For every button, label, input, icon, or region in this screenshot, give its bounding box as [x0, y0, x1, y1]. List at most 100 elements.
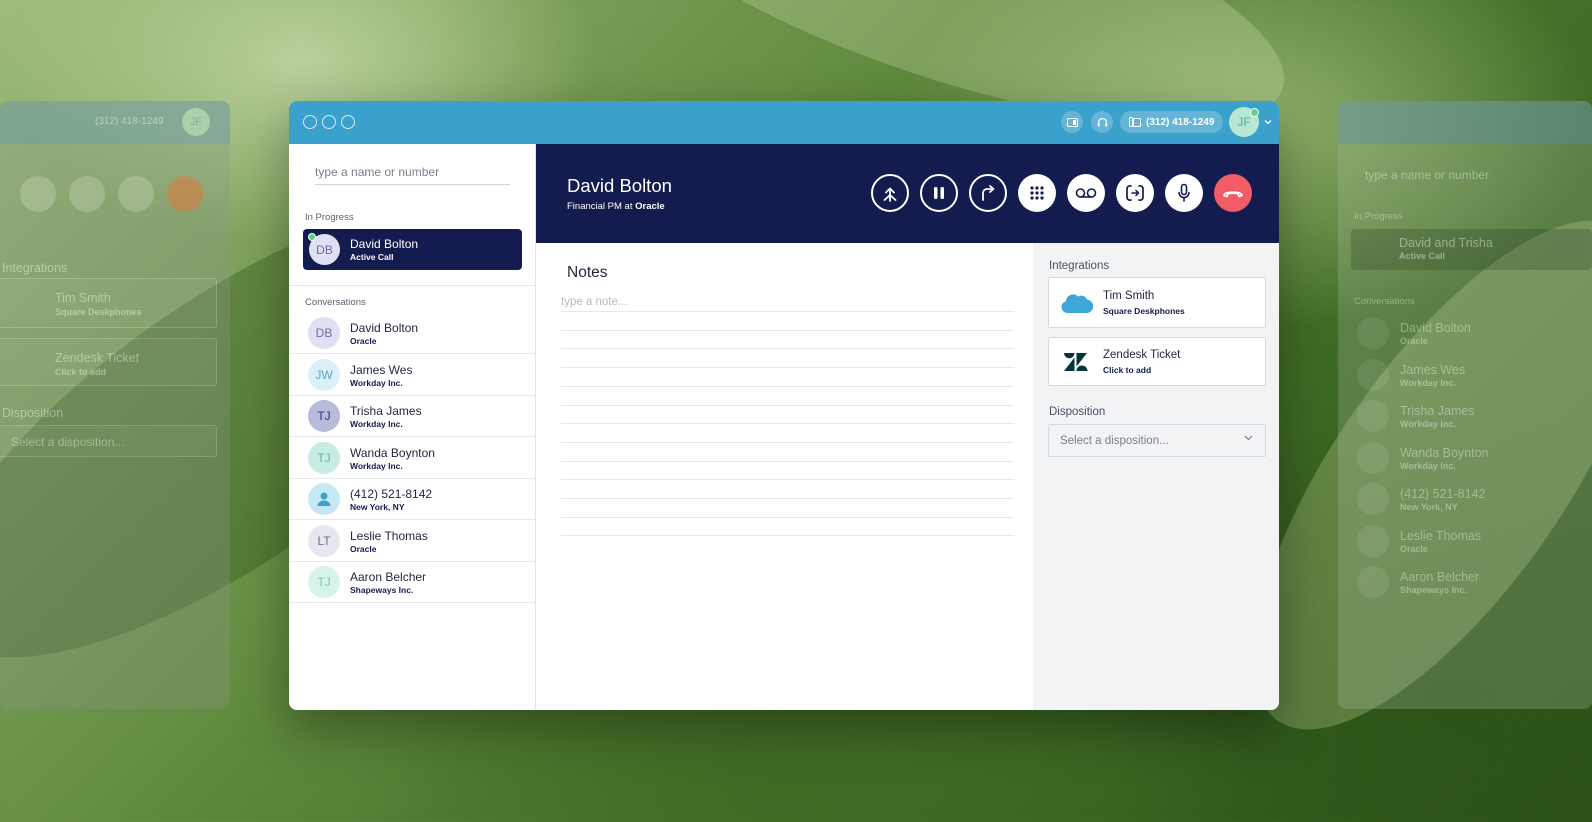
window-control-maximize[interactable] — [341, 115, 355, 129]
online-status-dot — [308, 233, 316, 241]
ghost-avatar: JF — [182, 108, 210, 136]
ghost-in-progress-label: In Progress — [1354, 211, 1403, 222]
active-call-item[interactable]: DB David Bolton Active Call — [303, 229, 522, 270]
ghost-conversations-label: Conversations — [1354, 296, 1415, 307]
conversation-sub: Oracle — [350, 543, 377, 554]
ghost-conversation-name: Wanda Boynton — [1400, 445, 1489, 460]
avatar: DB — [308, 317, 340, 349]
hangup-button[interactable] — [1214, 174, 1252, 212]
ghost-integration-card: Tim Smith Square Deskphones — [0, 278, 217, 328]
integration-sub: Click to add — [1103, 365, 1152, 375]
ghost-avatar — [1357, 441, 1389, 474]
conversation-item[interactable]: JW James Wes Workday Inc. — [289, 355, 536, 396]
headset-icon — [1097, 117, 1107, 126]
note-line — [561, 516, 1014, 518]
ghost-avatar — [1357, 400, 1389, 432]
details-panel: Integrations Tim Smith Square Deskphones… — [1033, 243, 1279, 710]
chevron-down-icon — [1244, 435, 1253, 441]
keypad-button[interactable] — [1018, 174, 1056, 212]
ghost-integration-name: Tim Smith — [55, 291, 111, 305]
salesforce-icon — [1061, 294, 1093, 314]
contact-role: Financial PM at Oracle — [567, 201, 665, 212]
note-line — [561, 535, 1014, 537]
conversation-item[interactable]: (412) 521-8142 New York, NY — [289, 479, 536, 520]
card-icon — [1066, 117, 1078, 127]
avatar-initials: TJ — [317, 450, 331, 465]
window-control-minimize[interactable] — [322, 115, 336, 129]
chevron-down-icon[interactable] — [1264, 119, 1272, 125]
integration-salesforce[interactable]: Tim Smith Square Deskphones — [1048, 277, 1266, 328]
headset-button[interactable] — [1091, 111, 1113, 133]
ghost-active-status: Active Call — [1399, 251, 1446, 261]
conversation-sub: Workday Inc. — [350, 377, 403, 388]
conversation-item[interactable]: TJ Wanda Boynton Workday Inc. — [289, 438, 536, 479]
avatar-initials: TJ — [317, 409, 331, 423]
ghost-avatar — [1357, 317, 1389, 349]
ghost-conversation-sub: Oracle — [1400, 543, 1429, 554]
transfer-icon — [1126, 184, 1144, 202]
note-input[interactable] — [561, 292, 1014, 312]
forward-button[interactable] — [969, 174, 1007, 212]
ghost-conversation-sub: Shapeways Inc. — [1400, 585, 1468, 595]
conversation-name: (412) 521-8142 — [350, 487, 433, 501]
in-progress-label: In Progress — [305, 212, 354, 223]
zendesk-icon — [1064, 353, 1088, 371]
note-line — [561, 479, 1014, 481]
conversation-name: James Wes — [350, 362, 413, 377]
conversation-item[interactable]: TJ Trisha James Workday Inc. — [289, 396, 536, 437]
note-line — [561, 385, 1014, 387]
merge-call-button[interactable] — [871, 174, 909, 212]
keypad-icon — [1030, 186, 1044, 200]
phone-number: (312) 418-1249 — [1146, 116, 1215, 128]
window-control-close[interactable] — [303, 115, 317, 129]
card-button[interactable] — [1061, 111, 1083, 133]
forward-icon — [982, 185, 995, 201]
note-line — [561, 404, 1014, 406]
disposition-select[interactable]: Select a disposition... — [1048, 424, 1266, 457]
ghost-integration-sub: Square Deskphones — [55, 307, 142, 317]
conversation-sub: New York, NY — [350, 502, 405, 512]
ghost-integration-sub: Click to add — [55, 367, 107, 377]
note-line — [561, 423, 1014, 425]
phone-line-button[interactable]: (312) 418-1249 — [1120, 111, 1224, 133]
conversation-item[interactable]: TJ Aaron Belcher Shapeways Inc. — [289, 562, 536, 603]
person-icon — [317, 492, 331, 506]
ghost-avatar-initials: JF — [189, 116, 203, 128]
ghost-conversation-name: David Bolton — [1400, 321, 1471, 335]
disposition-placeholder: Select a disposition... — [1060, 434, 1169, 447]
conversation-item[interactable]: LT Leslie Thomas Oracle — [289, 521, 536, 562]
ghost-conversation-name: (412) 521-8142 — [1400, 487, 1486, 501]
note-line — [561, 329, 1014, 331]
ghost-disposition-label: Disposition — [2, 406, 64, 420]
voicemail-button[interactable] — [1067, 174, 1105, 212]
note-line — [561, 311, 1014, 312]
ghost-titlebar: (312) 418-1249 JF — [0, 101, 230, 144]
ghost-titlebar — [1338, 101, 1592, 144]
hold-button[interactable] — [920, 174, 958, 212]
ghost-conversation-name: Aaron Belcher — [1400, 570, 1480, 584]
ghost-conversation-sub: New York, NY — [1400, 502, 1458, 512]
avatar-initials: JW — [315, 367, 333, 382]
integrations-label: Integrations — [1049, 260, 1110, 272]
ghost-disposition-select: Select a disposition... — [0, 425, 217, 457]
note-line — [561, 441, 1014, 443]
search-input[interactable] — [315, 160, 510, 185]
notes-panel: Notes — [536, 243, 1033, 710]
note-line — [561, 498, 1014, 499]
merge-icon — [883, 187, 897, 202]
conversation-name: David Bolton — [350, 321, 419, 335]
note-line — [561, 460, 1014, 462]
conversation-name: Aaron Belcher — [350, 570, 427, 584]
voicemail-icon — [1075, 188, 1097, 198]
integration-zendesk[interactable]: Zendesk Ticket Click to add — [1048, 337, 1266, 386]
avatar: TJ — [308, 566, 340, 598]
ghost-conversation-name: Leslie Thomas — [1400, 528, 1482, 543]
contact-company: Oracle — [635, 201, 665, 212]
ghost-avatar — [1357, 483, 1389, 515]
mute-button[interactable] — [1165, 174, 1203, 212]
conversation-sub: Oracle — [350, 336, 377, 346]
avatar-initials: TJ — [317, 575, 331, 589]
conversation-item[interactable]: DB David Bolton Oracle — [289, 313, 536, 354]
ghost-active-call: David and Trisha Active Call — [1351, 229, 1592, 270]
transfer-button[interactable] — [1116, 174, 1154, 212]
